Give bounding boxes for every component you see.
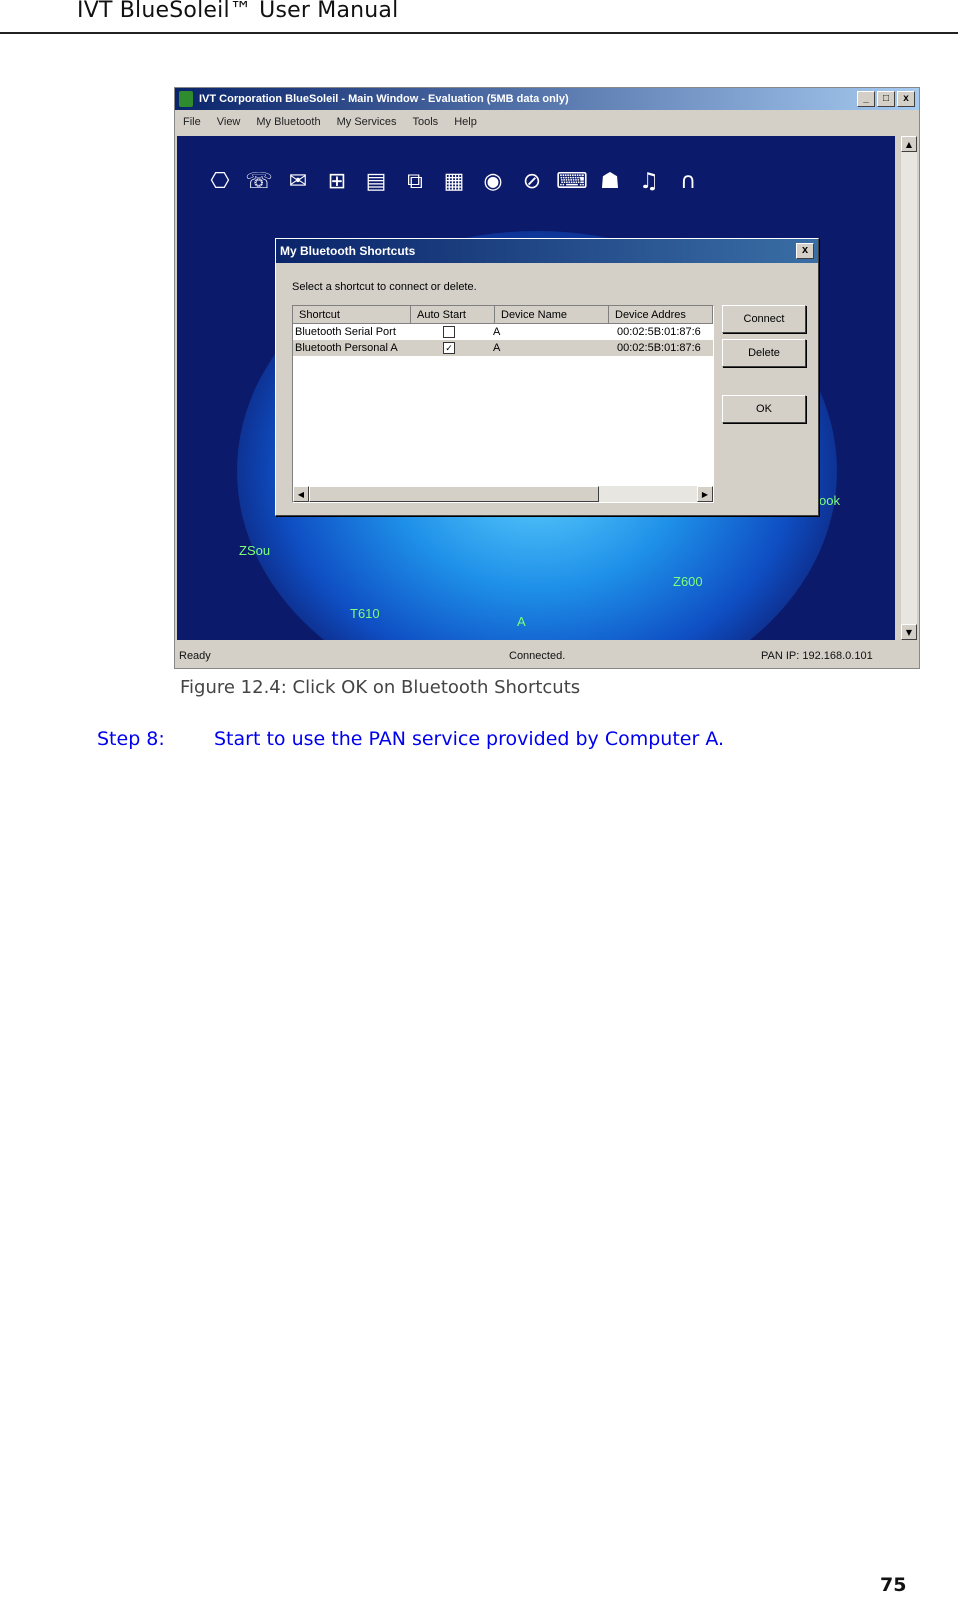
status-bar: Ready Connected. PAN IP: 192.168.0.101 bbox=[175, 644, 919, 668]
row-shortcut: Bluetooth Personal A bbox=[295, 342, 398, 354]
audio-icon[interactable]: ♫ bbox=[634, 168, 664, 196]
header-rule bbox=[0, 32, 958, 34]
step-text: Start to use the PAN service provided by… bbox=[214, 728, 725, 750]
step-label: Step 8: bbox=[97, 728, 165, 750]
menu-help[interactable]: Help bbox=[454, 110, 477, 134]
device-label-t610[interactable]: T610 bbox=[350, 606, 380, 621]
page-number: 75 bbox=[880, 1574, 907, 1596]
column-device-name[interactable]: Device Name bbox=[495, 306, 609, 324]
close-button[interactable]: x bbox=[897, 91, 915, 107]
dialog-prompt: Select a shortcut to connect or delete. bbox=[292, 281, 477, 293]
ok-button[interactable]: OK bbox=[722, 395, 806, 423]
device-label-z600[interactable]: Z600 bbox=[673, 574, 703, 589]
menu-view[interactable]: View bbox=[217, 110, 241, 134]
dialog-titlebar: My Bluetooth Shortcuts x bbox=[276, 239, 818, 263]
delete-button[interactable]: Delete bbox=[722, 339, 806, 367]
shortcut-list[interactable]: Shortcut Auto Start Device Name Device A… bbox=[292, 305, 714, 503]
row-device-address: 00:02:5B:01:87:6 bbox=[617, 342, 701, 354]
device-label-book[interactable]: ook bbox=[819, 493, 840, 508]
auto-start-checkbox[interactable]: ✓ bbox=[443, 342, 455, 355]
list-header: Shortcut Auto Start Device Name Device A… bbox=[293, 306, 713, 324]
network-icon[interactable]: ⊞ bbox=[322, 168, 352, 196]
row-device-address: 00:02:5B:01:87:6 bbox=[617, 326, 701, 338]
menu-tools[interactable]: Tools bbox=[413, 110, 439, 134]
running-header: IVT BlueSoleil™ User Manual bbox=[77, 0, 399, 23]
menu-my-services[interactable]: My Services bbox=[337, 110, 397, 134]
fax-icon[interactable]: ☏ bbox=[244, 168, 274, 196]
column-device-address[interactable]: Device Addres bbox=[609, 306, 713, 324]
figure-caption: Figure 12.4: Click OK on Bluetooth Short… bbox=[180, 677, 581, 698]
screenshot-figure: IVT Corporation BlueSoleil - Main Window… bbox=[174, 87, 920, 669]
device-label-a[interactable]: A bbox=[517, 614, 526, 629]
list-item[interactable]: Bluetooth Personal A ✓ A 00:02:5B:01:87:… bbox=[293, 340, 713, 356]
service-icon-row: ⎔ ☏ ✉ ⊞ ▤ ⧉ ▦ ◉ ⊘ ⌨ ☗ ♫ ∩ bbox=[205, 168, 703, 196]
row-auto-start[interactable] bbox=[441, 324, 491, 340]
shortcuts-dialog: My Bluetooth Shortcuts x Select a shortc… bbox=[275, 238, 819, 516]
headphones-icon[interactable]: ∩ bbox=[673, 168, 703, 196]
scroll-thumb[interactable] bbox=[309, 486, 599, 502]
window-title: IVT Corporation BlueSoleil - Main Window… bbox=[199, 93, 569, 105]
dialog-close-icon[interactable]: x bbox=[796, 243, 814, 259]
vertical-scrollbar[interactable]: ▲ ▼ bbox=[901, 136, 917, 640]
menu-bar: File View My Bluetooth My Services Tools… bbox=[175, 110, 919, 134]
headset-icon[interactable]: ☗ bbox=[595, 168, 625, 196]
row-device-name: A bbox=[493, 326, 501, 338]
window-titlebar: IVT Corporation BlueSoleil - Main Window… bbox=[175, 88, 919, 110]
status-pan-ip: PAN IP: 192.168.0.101 bbox=[761, 650, 873, 662]
object-push-icon[interactable]: ▤ bbox=[361, 168, 391, 196]
scroll-down-icon[interactable]: ▼ bbox=[901, 624, 917, 640]
column-shortcut[interactable]: Shortcut bbox=[293, 306, 411, 324]
keyboard-icon[interactable]: ⌨ bbox=[556, 168, 588, 196]
print-icon[interactable]: ▦ bbox=[439, 168, 469, 196]
minimize-button[interactable]: _ bbox=[857, 91, 875, 107]
list-item[interactable]: Bluetooth Serial Port A 00:02:5B:01:87:6 bbox=[293, 324, 713, 340]
connect-button[interactable]: Connect bbox=[722, 305, 806, 333]
menu-file[interactable]: File bbox=[183, 110, 201, 134]
device-label-zsou[interactable]: ZSou bbox=[239, 543, 270, 558]
camera-icon[interactable]: ◉ bbox=[478, 168, 508, 196]
status-connected: Connected. bbox=[509, 650, 566, 662]
auto-start-checkbox[interactable] bbox=[443, 326, 455, 339]
scroll-left-icon[interactable]: ◀ bbox=[293, 486, 309, 502]
row-auto-start[interactable]: ✓ bbox=[441, 340, 491, 356]
dialog-title: My Bluetooth Shortcuts bbox=[280, 244, 416, 258]
file-transfer-icon[interactable]: ✉ bbox=[283, 168, 313, 196]
row-shortcut: Bluetooth Serial Port bbox=[295, 326, 396, 338]
maximize-button[interactable]: □ bbox=[877, 91, 895, 107]
scroll-right-icon[interactable]: ▶ bbox=[697, 486, 713, 502]
status-ready: Ready bbox=[179, 650, 211, 662]
bluesoleil-app-icon bbox=[179, 91, 193, 107]
dialup-icon[interactable]: ⎔ bbox=[205, 168, 235, 196]
menu-my-bluetooth[interactable]: My Bluetooth bbox=[256, 110, 320, 134]
sync-icon[interactable]: ⧉ bbox=[400, 168, 430, 196]
horizontal-scrollbar[interactable]: ◀ ▶ bbox=[293, 486, 713, 502]
scroll-up-icon[interactable]: ▲ bbox=[901, 136, 917, 152]
column-auto-start[interactable]: Auto Start bbox=[411, 306, 495, 324]
row-device-name: A bbox=[493, 342, 501, 354]
mouse-icon[interactable]: ⊘ bbox=[517, 168, 547, 196]
